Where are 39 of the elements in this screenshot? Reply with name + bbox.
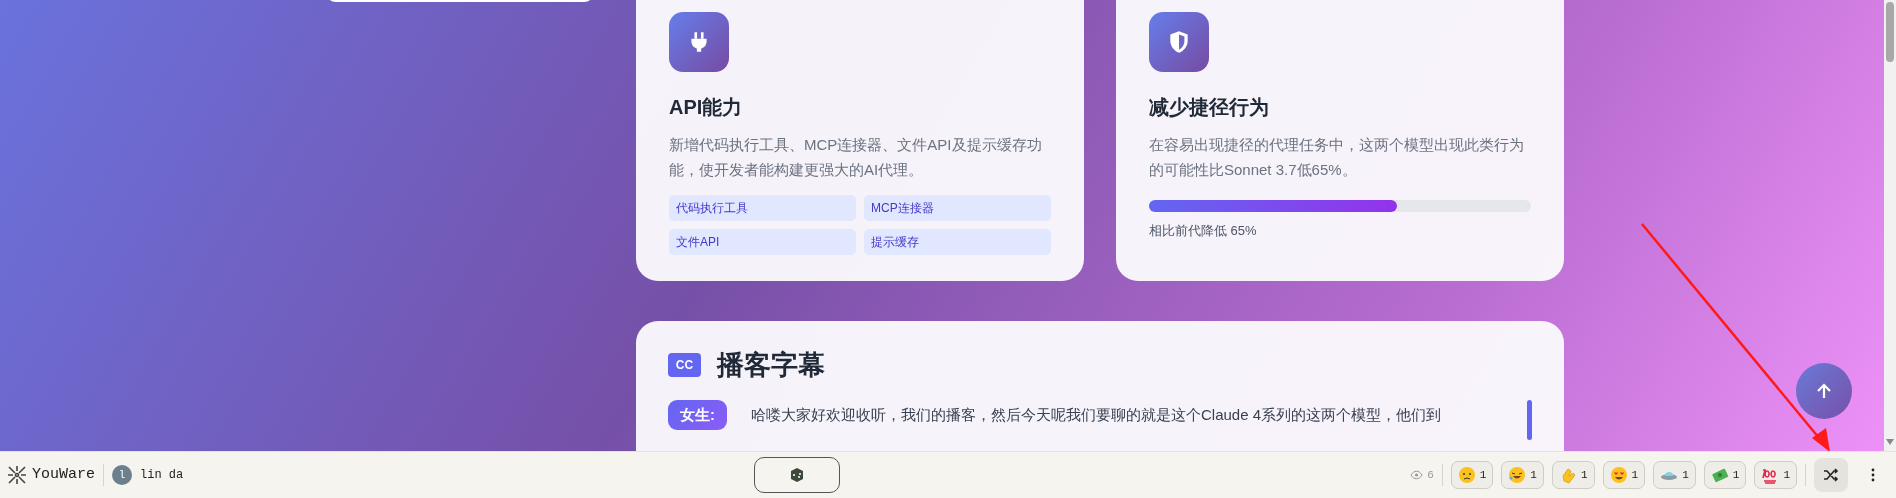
shuffle-icon <box>1823 468 1839 482</box>
tag: 文件API <box>669 229 856 255</box>
reaction-button[interactable]: 1 <box>1754 461 1797 489</box>
card-description: 新增代码执行工具、MCP连接器、文件API及提示缓存功能，使开发者能构建更强大的AI代理。 <box>669 135 1043 180</box>
card-title: 减少捷径行为 <box>1149 95 1270 120</box>
card-title: API能力 <box>669 95 744 120</box>
speaker-tag: 女生: <box>668 399 727 430</box>
random-button[interactable] <box>753 457 840 493</box>
view-count: 6 <box>1427 467 1434 483</box>
reaction-button[interactable]: 1 <box>1501 461 1544 489</box>
reaction-button[interactable]: 1 <box>1703 461 1747 489</box>
cc-badge: CC <box>668 353 701 378</box>
scrollbar-thumb[interactable] <box>1886 2 1894 62</box>
card-description: 在容易出现捷径的代理任务中，这两个模型出现此类行为的可能性比Sonnet 3.7低65%。 <box>1149 135 1525 180</box>
heart-eyes-icon <box>1609 466 1628 484</box>
more-icon <box>1871 468 1875 482</box>
reaction-button[interactable]: 1 <box>1551 461 1595 489</box>
dice-icon <box>788 467 805 483</box>
worried-face-icon <box>1457 466 1476 484</box>
section-title: 播客字幕 <box>717 349 825 382</box>
tag: MCP连接器 <box>864 195 1051 221</box>
scroll-top-button[interactable] <box>1796 363 1852 419</box>
down-arrow-icon <box>1886 439 1894 445</box>
transcript-text: 哈喽大家好欢迎收听，我们的播客，然后今天呢我们要聊的就是这个Claude 4系列的这两个模型，他们到 <box>751 404 1443 425</box>
logo-icon <box>6 464 28 486</box>
tag: 提示缓存 <box>864 229 1051 255</box>
active-line-marker <box>1527 399 1532 440</box>
user-avatar: l <box>112 465 132 485</box>
eye-icon <box>1410 470 1424 480</box>
shuffle-button[interactable] <box>1814 458 1848 492</box>
reaction-button[interactable]: 1 <box>1653 461 1696 489</box>
brand-name: YouWare <box>32 464 95 485</box>
tag: 代码执行工具 <box>669 195 856 221</box>
reaction-button[interactable]: 1 <box>1602 461 1646 489</box>
laughing-face-icon <box>1508 466 1527 484</box>
reaction-button[interactable]: 1 <box>1450 461 1494 489</box>
up-arrow-icon <box>1815 382 1833 400</box>
progress-caption: 相比前代降低 65% <box>1149 222 1258 240</box>
user-name: lin da <box>140 467 184 484</box>
